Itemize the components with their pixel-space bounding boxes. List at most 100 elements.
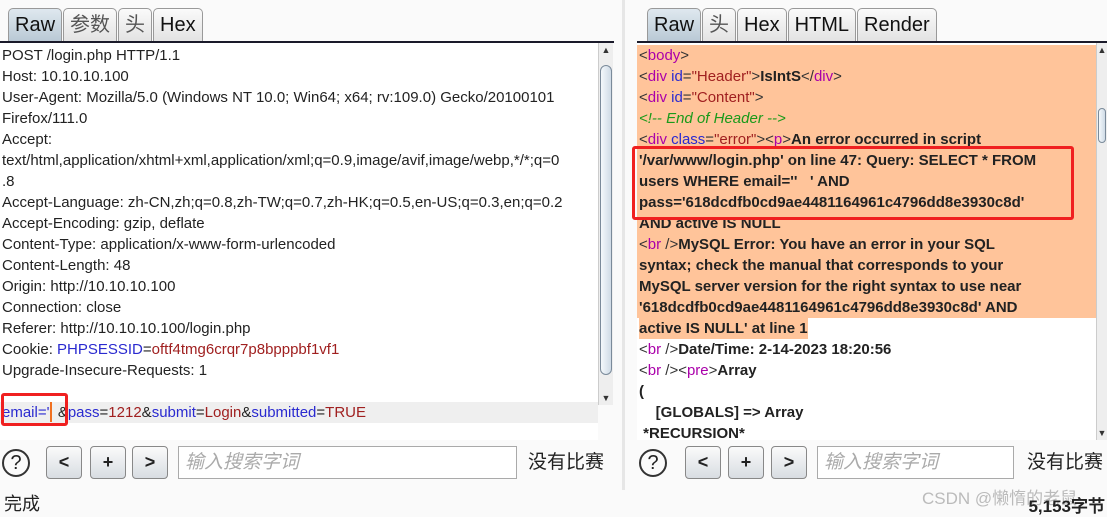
tab-0[interactable]: Raw: [647, 8, 702, 42]
code-line: active IS NULL' at line 1: [637, 318, 1096, 339]
code-token: />: [661, 236, 679, 253]
match-status: 没有比赛: [1027, 451, 1104, 473]
code-token: Accept-Encoding: gzip, deflate: [2, 215, 205, 232]
add-button[interactable]: +: [90, 446, 126, 479]
code-token: (: [639, 383, 644, 400]
code-token: TRUE: [325, 404, 367, 421]
prev-button[interactable]: <: [46, 446, 82, 479]
code-token: &: [241, 404, 252, 421]
code-token: .8: [2, 173, 15, 190]
code-token: syntax; check the manual that correspond…: [639, 257, 1004, 274]
code-token: Accept:: [2, 131, 53, 148]
code-line: email=' &pass=1212&submit=Login&submitte…: [0, 402, 598, 423]
code-token: <!-- End of Header -->: [639, 110, 786, 127]
help-icon[interactable]: ?: [639, 449, 667, 477]
code-line: <!-- End of Header -->: [637, 108, 1096, 129]
code-token: div: [647, 89, 667, 106]
annotation-box: [632, 146, 1074, 220]
code-line: [GLOBALS] => Array: [637, 402, 1096, 423]
request-tabs: Raw 参数头 Hex: [8, 8, 204, 42]
next-button[interactable]: >: [771, 446, 807, 479]
tab-4[interactable]: Render: [857, 8, 937, 42]
code-token: submitted: [251, 404, 317, 421]
code-line: Content-Type: application/x-www-form-url…: [0, 234, 598, 255]
pane-splitter[interactable]: [622, 0, 625, 490]
code-line: Cookie: PHPSESSID=oftf4tmg6crqr7p8bpppbf…: [0, 339, 598, 360]
code-token: </: [801, 68, 814, 85]
next-button[interactable]: >: [132, 446, 168, 479]
add-button[interactable]: +: [728, 446, 764, 479]
code-token: id: [666, 89, 683, 106]
response-search-input[interactable]: 输入搜索字词: [817, 446, 1014, 479]
code-token: MySQL server version for the right synta…: [639, 278, 1022, 295]
code-token: br: [647, 341, 662, 358]
code-line: Upgrade-Insecure-Requests: 1: [0, 360, 598, 381]
code-token: Array: [717, 362, 757, 379]
tab-3[interactable]: Hex: [153, 8, 203, 42]
scroll-up-icon[interactable]: ▲: [599, 43, 613, 57]
code-line: Accept:: [0, 129, 598, 150]
code-token: >: [680, 47, 690, 64]
code-token: "Content": [691, 89, 755, 106]
code-line: <br /><pre>Array: [637, 360, 1096, 381]
code-token: =: [195, 404, 205, 421]
code-token: Host: 10.10.10.100: [2, 68, 129, 85]
help-icon[interactable]: ?: [2, 449, 30, 477]
code-line: Accept-Encoding: gzip, deflate: [0, 213, 598, 234]
code-line: <br />MySQL Error: You have an error in …: [637, 234, 1096, 255]
code-token: POST /login.php HTTP/1.1: [2, 47, 181, 64]
code-line: <br />Date/Time: 2-14-2023 18:20:56: [637, 339, 1096, 360]
code-line: text/html,application/xhtml+xml,applicat…: [0, 150, 598, 171]
code-line: Referer: http://10.10.10.100/login.php: [0, 318, 598, 339]
code-token: /><: [661, 362, 687, 379]
match-status: 没有比赛: [528, 451, 605, 473]
scroll-down-icon[interactable]: ▼: [599, 391, 613, 405]
code-token: pre: [686, 362, 709, 379]
response-editor[interactable]: <body> <div id="Header">IsIntS</div> <div …: [637, 43, 1096, 440]
code-token: Content-Type: application/x-www-form-url…: [2, 236, 336, 253]
prev-button[interactable]: <: [685, 446, 721, 479]
code-token: <: [639, 236, 648, 253]
code-token: br: [647, 236, 662, 253]
scroll-down-icon[interactable]: ▼: [1097, 426, 1107, 440]
tab-1[interactable]: 参数: [63, 8, 118, 42]
tab-0[interactable]: Raw: [8, 8, 63, 42]
response-tabs: Raw 头 Hex HTML Render: [647, 8, 938, 42]
code-token: *RECURSION*: [639, 425, 745, 440]
request-search-input[interactable]: 输入搜索字词: [178, 446, 517, 479]
text-cursor: [50, 402, 52, 422]
code-line: *RECURSION*: [637, 423, 1096, 440]
code-token: PHPSESSID: [57, 341, 143, 358]
request-search-bar: ? < + > 输入搜索字词 没有比赛: [0, 445, 614, 481]
code-token: <: [639, 341, 648, 358]
code-line: User-Agent: Mozilla/5.0 (Windows NT 10.0…: [0, 87, 598, 108]
code-line: '618dcdfb0cd9ae4481164961c4796dd8e3930c8…: [637, 297, 1096, 318]
code-token: br: [647, 362, 662, 379]
code-token: body: [647, 47, 681, 64]
code-token: "Header": [691, 68, 752, 85]
scroll-thumb[interactable]: [1098, 108, 1106, 143]
code-line: <div id="Header">IsIntS</div>: [637, 66, 1096, 87]
code-token: >: [751, 68, 761, 85]
code-token: div: [647, 68, 667, 85]
scroll-up-icon[interactable]: ▲: [1097, 43, 1107, 57]
scroll-thumb[interactable]: [600, 65, 612, 375]
tab-2[interactable]: Hex: [737, 8, 787, 42]
tab-3[interactable]: HTML: [787, 8, 857, 42]
code-line: Origin: http://10.10.10.100: [0, 276, 598, 297]
request-editor[interactable]: POST /login.php HTTP/1.1 Host: 10.10.10.1…: [0, 43, 598, 440]
tab-2[interactable]: 头: [118, 8, 153, 42]
code-line: Firefox/111.0: [0, 108, 598, 129]
code-token: Date/Time: 2-14-2023 18:20:56: [678, 341, 892, 358]
code-token: />: [661, 341, 679, 358]
request-scrollbar[interactable]: ▲ ▼: [598, 43, 613, 405]
code-line: .8: [0, 171, 598, 192]
response-scrollbar[interactable]: ▲ ▼: [1096, 43, 1107, 440]
code-token: &: [141, 404, 152, 421]
code-token: text/html,application/xhtml+xml,applicat…: [2, 152, 560, 169]
code-token: MySQL Error: You have an error in your S…: [678, 236, 995, 253]
tab-1[interactable]: 头: [702, 8, 737, 42]
code-line: POST /login.php HTTP/1.1: [0, 45, 598, 66]
code-token: oftf4tmg6crqr7p8bpppbf1vf1: [151, 341, 340, 358]
